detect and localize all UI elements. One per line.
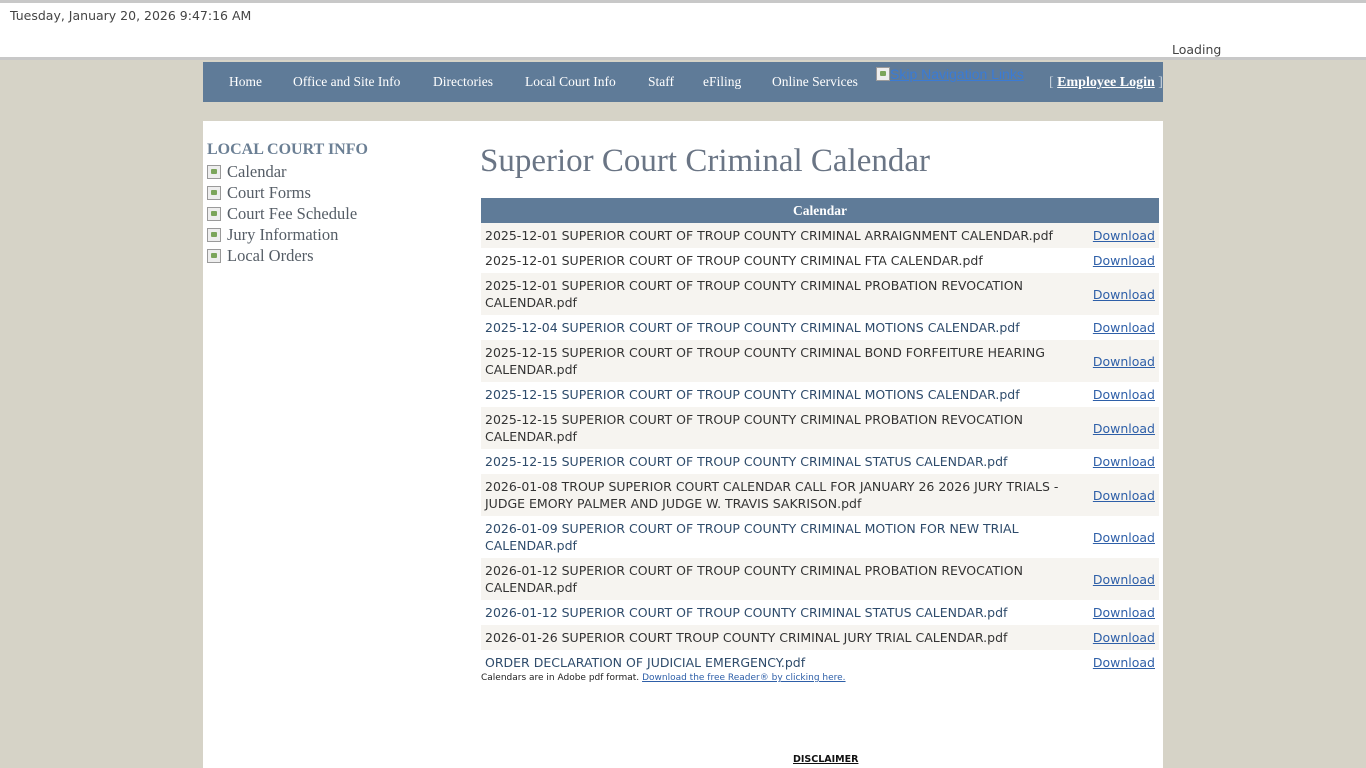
table-row: 2025-12-04 SUPERIOR COURT OF TROUP COUNT… [481,315,1159,340]
table-row: 2025-12-01 SUPERIOR COURT OF TROUP COUNT… [481,248,1159,273]
nav-local-court-info[interactable]: Local Court Info [525,74,616,90]
broken-image-icon [876,67,890,81]
sidebar-item-label: Local Orders [227,245,314,265]
file-name: 2025-12-04 SUPERIOR COURT OF TROUP COUNT… [481,315,1089,340]
table-row: 2026-01-12 SUPERIOR COURT OF TROUP COUNT… [481,558,1159,600]
download-link[interactable]: Download [1093,630,1155,645]
sidebar-title: LOCAL COURT INFO [207,141,368,158]
file-name: 2025-12-15 SUPERIOR COURT OF TROUP COUNT… [481,382,1089,407]
download-link[interactable]: Download [1093,320,1155,335]
top-status-bar: Tuesday, January 20, 2026 9:47:16 AM Loa… [0,0,1366,60]
table-row: 2025-12-15 SUPERIOR COURT OF TROUP COUNT… [481,449,1159,474]
file-name: 2025-12-01 SUPERIOR COURT OF TROUP COUNT… [481,223,1089,248]
sidebar-item-court-forms[interactable]: Court Forms [207,182,357,203]
table-row: 2025-12-01 SUPERIOR COURT OF TROUP COUNT… [481,273,1159,315]
file-name: 2026-01-12 SUPERIOR COURT OF TROUP COUNT… [481,600,1089,625]
broken-image-icon [207,227,221,242]
broken-image-icon [207,206,221,221]
download-link[interactable]: Download [1093,253,1155,268]
nav-efiling[interactable]: eFiling [703,74,741,90]
disclaimer-link[interactable]: DISCLAIMER [793,754,858,765]
download-link[interactable]: Download [1093,454,1155,469]
table-row: 2026-01-12 SUPERIOR COURT OF TROUP COUNT… [481,600,1159,625]
main-navigation: Home Office and Site Info Directories Lo… [203,62,1163,102]
file-name: 2025-12-15 SUPERIOR COURT OF TROUP COUNT… [481,340,1089,382]
skip-navigation-link[interactable]: Skip Navigation Links [876,66,1024,82]
table-row: 2025-12-15 SUPERIOR COURT OF TROUP COUNT… [481,340,1159,382]
sidebar-item-label: Court Forms [227,182,311,202]
file-name: 2026-01-12 SUPERIOR COURT OF TROUP COUNT… [481,558,1089,600]
current-datetime: Tuesday, January 20, 2026 9:47:16 AM [10,8,252,23]
download-link[interactable]: Download [1093,228,1155,243]
download-link[interactable]: Download [1093,655,1155,670]
table-row: 2026-01-08 TROUP SUPERIOR COURT CALENDAR… [481,474,1159,516]
table-row: ORDER DECLARATION OF JUDICIAL EMERGENCY.… [481,650,1159,675]
sidebar-item-label: Jury Information [227,224,339,244]
download-link[interactable]: Download [1093,572,1155,587]
nav-directories[interactable]: Directories [433,74,493,90]
download-link[interactable]: Download [1093,354,1155,369]
skip-navigation-label: Skip Navigation Links [890,66,1024,82]
download-link[interactable]: Download [1093,605,1155,620]
table-row: 2025-12-15 SUPERIOR COURT OF TROUP COUNT… [481,382,1159,407]
download-link[interactable]: Download [1093,287,1155,302]
login-bracket-open: [ [1049,75,1054,90]
file-name: 2025-12-01 SUPERIOR COURT OF TROUP COUNT… [481,248,1089,273]
table-header-row: Calendar [481,198,1159,223]
table-row: 2025-12-01 SUPERIOR COURT OF TROUP COUNT… [481,223,1159,248]
reader-download-link[interactable]: Download the free Reader® by clicking he… [642,673,845,683]
file-name: 2025-12-01 SUPERIOR COURT OF TROUP COUNT… [481,273,1089,315]
calendar-table: Calendar 2025-12-01 SUPERIOR COURT OF TR… [481,198,1159,675]
broken-image-icon [207,164,221,179]
table-row: 2026-01-09 SUPERIOR COURT OF TROUP COUNT… [481,516,1159,558]
download-link[interactable]: Download [1093,530,1155,545]
sidebar-item-jury-information[interactable]: Jury Information [207,224,357,245]
file-name: 2026-01-09 SUPERIOR COURT OF TROUP COUNT… [481,516,1089,558]
table-row: 2025-12-15 SUPERIOR COURT OF TROUP COUNT… [481,407,1159,449]
file-name: 2025-12-15 SUPERIOR COURT OF TROUP COUNT… [481,449,1089,474]
download-link[interactable]: Download [1093,421,1155,436]
broken-image-icon [207,248,221,263]
page-title: Superior Court Criminal Calendar [480,143,930,179]
sidebar-item-label: Court Fee Schedule [227,203,358,223]
loading-indicator: Loading [1172,42,1222,57]
sidebar-item-local-orders[interactable]: Local Orders [207,245,357,266]
sidebar-menu: Calendar Court Forms Court Fee Schedule … [207,161,357,266]
nav-online-services[interactable]: Online Services [772,74,858,90]
employee-login-wrap: [ Employee Login ] [1049,75,1163,91]
reader-note-text: Calendars are in Adobe pdf format. [481,673,640,683]
nav-office-and-site-info[interactable]: Office and Site Info [293,74,400,90]
employee-login-link[interactable]: Employee Login [1057,75,1155,90]
sidebar-item-calendar[interactable]: Calendar [207,161,357,182]
sidebar-item-label: Calendar [227,161,287,181]
file-name: 2026-01-26 SUPERIOR COURT TROUP COUNTY C… [481,625,1089,650]
download-link[interactable]: Download [1093,488,1155,503]
nav-home[interactable]: Home [229,74,262,90]
nav-staff[interactable]: Staff [648,74,674,90]
content-panel: LOCAL COURT INFO Calendar Court Forms Co… [203,121,1163,768]
reader-note: Calendars are in Adobe pdf format. Downl… [481,673,846,683]
download-link[interactable]: Download [1093,387,1155,402]
table-header: Calendar [481,198,1159,223]
file-name: 2026-01-08 TROUP SUPERIOR COURT CALENDAR… [481,474,1089,516]
table-row: 2026-01-26 SUPERIOR COURT TROUP COUNTY C… [481,625,1159,650]
file-name: ORDER DECLARATION OF JUDICIAL EMERGENCY.… [481,650,1089,675]
login-bracket-close: ] [1158,75,1163,90]
file-name: 2025-12-15 SUPERIOR COURT OF TROUP COUNT… [481,407,1089,449]
broken-image-icon [207,185,221,200]
sidebar-item-court-fee-schedule[interactable]: Court Fee Schedule [207,203,357,224]
